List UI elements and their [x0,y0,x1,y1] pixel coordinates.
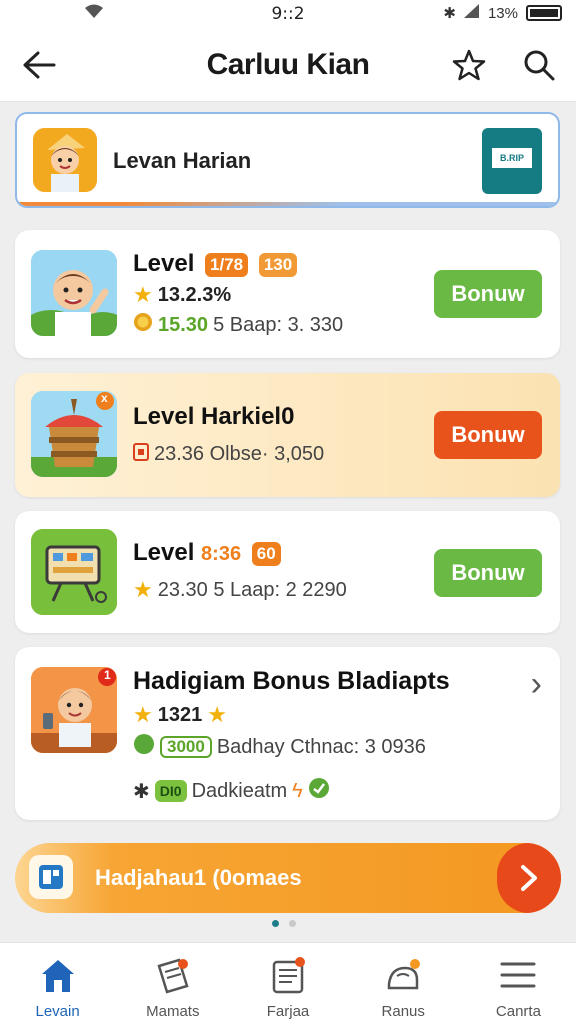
level-card-1[interactable]: Level 1/78 130 ★ 13.2.3% 15.30 5 Baap: 3… [15,230,560,358]
points-badge: 3000 [160,736,212,758]
battery-icon [526,5,562,21]
card-thumbnail: x [31,391,117,477]
page-dot[interactable] [289,920,296,927]
app-header: Carluu Kian [0,28,576,102]
card-detail: 5 Baap: 3. 330 [213,313,344,336]
card-title: Hadigiam Bonus Bladiapts [133,667,450,695]
card-title: Level [133,539,195,566]
page-indicator [272,920,296,927]
chevron-right-icon[interactable]: › [531,665,542,704]
tab-tasks[interactable]: Farjaa [230,943,345,1024]
avatar [33,128,97,192]
tab-label: Levain [35,1003,80,1020]
search-icon [524,50,555,81]
card-detail: 23.36 Olbse· 3,050 [154,442,325,465]
card-thumbnail [31,529,117,615]
level-badge: 1/78 [205,252,249,277]
menu-icon [496,955,540,995]
card-title: Level Harkiel0 [133,403,295,430]
coin-icon [133,312,153,338]
card-rating: 13.2.3% [157,283,232,306]
favorite-button[interactable] [446,42,492,88]
tab-label: Farjaa [266,1003,310,1020]
card-rating: 1321 [157,703,203,726]
gift-icon [29,855,73,899]
tab-label: Mamats [146,1003,200,1020]
home-icon [36,955,80,995]
tab-label: Canrta [495,1003,541,1020]
card-detail: 23.30 5 Laap: 2 2290 [157,578,347,601]
wifi-icon [84,4,104,25]
pin-icon: ✱ [133,780,150,803]
tab-bonus[interactable]: Ranus [346,943,461,1024]
tab-menu[interactable]: Canrta [461,943,576,1024]
star-icon [452,49,486,81]
signal-icon [463,4,480,22]
level-card-3[interactable]: Level 8:36 60 ★ 23.30 5 Laap: 2 2290 Bon… [15,511,560,633]
level-card-2[interactable]: x Level Harkiel0 23.36 Olbse· 3,050 Bonu… [15,373,560,497]
star-icon: ★ [133,282,153,307]
bottom-tab-bar: Levain Mamats Farjaa Ranus Canrta [0,942,576,1024]
bluetooth-icon: ✱ [443,5,456,22]
daily-level-banner[interactable]: Levan Harian B.RIP [15,112,560,208]
card-thumbnail [31,250,117,336]
card-title: Level [133,250,195,277]
bonus-card[interactable]: 1 Hadigiam Bonus Bladiapts › ★ 1321 ★ 30… [15,647,560,820]
level-badge-secondary: 130 [258,252,298,277]
battery-percent: 13% [487,4,518,22]
card-thumbnail: 1 [31,667,117,753]
chevron-right-icon [521,865,537,891]
card-detail: Badhay Cthnac: 3 0936 [216,735,426,758]
star-icon: ★ [133,577,153,602]
tab-label: Ranus [381,1003,425,1020]
banner-label: Levan Harian [113,148,252,173]
banner-progress [17,202,558,206]
tag-text: Dadkieatm [191,779,288,802]
star-icon: ★ [207,702,227,727]
search-button[interactable] [516,42,562,88]
bonus-button[interactable]: Bonuw [434,549,542,597]
level-value: 8:36 [201,543,242,565]
bonus-button[interactable]: Bonuw [434,270,542,318]
tab-home[interactable]: Levain [0,943,115,1024]
bolt-icon: ϟ [292,779,303,802]
status-time: 9::2 [271,4,305,24]
card-badge: 1 [104,668,111,682]
qr-code-text: B.RIP [492,148,532,168]
status-bar: 9::2 ✱ 13% [0,0,576,28]
card-badge: x [101,391,108,405]
gift-icon [381,955,425,995]
card-coins: 15.30 [158,313,209,336]
qr-code-icon[interactable]: B.RIP [482,128,542,194]
tab-matches[interactable]: Mamats [115,943,230,1024]
calendar-icon [133,441,149,467]
page-dot-active[interactable] [272,920,279,927]
shield-icon [308,777,330,805]
promo-go-button[interactable] [497,843,561,913]
ticket-icon [151,955,195,995]
tag-badge: DI0 [154,780,187,802]
promo-banner[interactable]: Hadjahau1 (0omaes [15,843,561,913]
star-icon: ★ [133,702,153,727]
list-icon [266,955,310,995]
promo-text: Hadjahau1 (0omaes [95,865,302,890]
leaf-icon [133,733,155,761]
bonus-button[interactable]: Bonuw [434,411,542,459]
level-badge: 60 [251,541,281,566]
